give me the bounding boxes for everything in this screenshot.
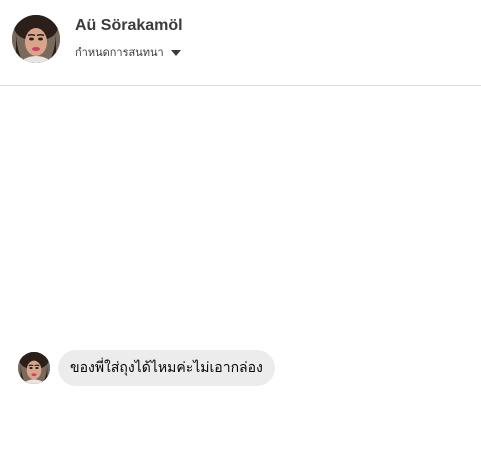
message-thread[interactable]: ของพี่ใส่ถุงได้ไหมค่ะไม่เอากล่อง [0, 87, 481, 453]
contact-name[interactable]: Aü Sörakamöl [75, 16, 183, 36]
conversation-settings-label: กำหนดการสนทนา [75, 46, 164, 59]
chat-window: Aü Sörakamöl กำหนดการสนทนา ของพี่ใส่ถุงไ… [0, 0, 481, 453]
caret-down-icon [170, 50, 181, 56]
contact-avatar[interactable] [12, 15, 60, 63]
message-row-incoming: ของพี่ใส่ถุงได้ไหมค่ะไม่เอากล่อง [18, 350, 275, 386]
sender-avatar[interactable] [18, 352, 50, 384]
sender-avatar-image [18, 352, 50, 384]
message-bubble[interactable]: ของพี่ใส่ถุงได้ไหมค่ะไม่เอากล่อง [58, 350, 275, 386]
conversation-settings-dropdown[interactable]: กำหนดการสนทนา [75, 45, 181, 61]
contact-avatar-image [12, 15, 60, 63]
conversation-header: Aü Sörakamöl กำหนดการสนทนา [0, 0, 481, 86]
